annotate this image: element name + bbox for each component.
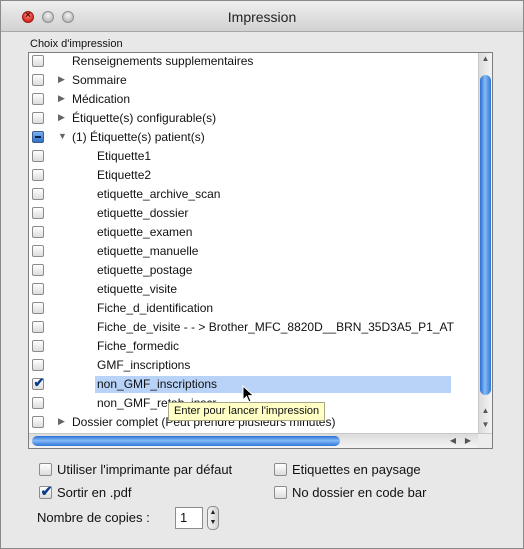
list-item-checkbox[interactable] [32, 416, 44, 428]
list-item-label: etiquette_archive_scan [97, 187, 221, 201]
list-item-label: Fiche_de_visite - - > Brother_MFC_8820D_… [97, 320, 454, 334]
list-item-label: etiquette_examen [97, 225, 193, 239]
list-item-checkbox[interactable] [32, 55, 44, 67]
list-item-checkbox[interactable] [32, 245, 44, 257]
scrollbar-corner [478, 433, 492, 448]
list-item-checkbox[interactable] [32, 283, 44, 295]
list-item-label: Etiquette1 [97, 149, 152, 163]
stepper-up-icon[interactable]: ▲ [208, 509, 218, 516]
list-item-checkbox[interactable] [32, 340, 44, 352]
horizontal-scrollbar[interactable]: ◀ ▶ [29, 433, 478, 448]
copies-input[interactable]: 1 [175, 507, 203, 529]
list-item-checkbox[interactable] [32, 207, 44, 219]
disclosure-triangle-collapsed-icon[interactable]: ▶ [58, 112, 65, 123]
scroll-up-arrow-bottom-icon[interactable]: ▲ [480, 405, 491, 417]
window-title: Impression [227, 9, 297, 25]
copies-label: Nombre de copies : [37, 510, 150, 525]
list-item[interactable]: GMF_inscriptions [29, 356, 478, 375]
list-item[interactable]: Etiquette1 [29, 147, 478, 166]
list-item[interactable]: Renseignements supplementaires [29, 53, 478, 71]
scroll-up-arrow-icon[interactable]: ▲ [480, 53, 491, 65]
list-item-label: GMF_inscriptions [97, 358, 191, 372]
checkmark-icon: ✔ [33, 375, 45, 390]
list-item-label: Fiche_formedic [97, 339, 180, 353]
copies-stepper[interactable]: ▲ ▼ [207, 506, 219, 530]
list-item-checkbox[interactable] [32, 226, 44, 238]
disclosure-triangle-expanded-icon[interactable]: ▼ [58, 131, 67, 141]
list-item-label: etiquette_dossier [97, 206, 189, 220]
mixed-state-dash-icon [35, 136, 41, 138]
title-bar[interactable]: × Impression [1, 1, 523, 32]
checkmark-icon: ✔ [40, 483, 53, 499]
list-item-checkbox[interactable] [32, 131, 44, 143]
list-item-checkbox[interactable] [32, 112, 44, 124]
print-choices-list[interactable]: Renseignements supplementaires ▶ Sommaire ▶… [28, 52, 493, 449]
list-item-checkbox[interactable] [32, 264, 44, 276]
pdf-output-checkbox[interactable]: ✔ [39, 483, 53, 499]
list-item-checkbox[interactable] [32, 302, 44, 314]
list-item[interactable]: etiquette_examen [29, 223, 478, 242]
print-choices-label: Choix d'impression [30, 38, 123, 50]
list-item-checkbox[interactable] [32, 93, 44, 105]
list-item-label: Fiche_d_identification [97, 301, 214, 315]
scroll-down-arrow-icon[interactable]: ▼ [480, 419, 491, 431]
pdf-output-label: Sortir en .pdf [57, 485, 132, 500]
landscape-labels-checkbox[interactable] [274, 463, 287, 476]
landscape-labels-label: Etiquettes en paysage [292, 462, 421, 477]
disclosure-triangle-collapsed-icon[interactable]: ▶ [58, 93, 65, 104]
mouse-pointer-icon [242, 385, 255, 403]
list-item-checkbox[interactable] [32, 169, 44, 181]
list-item-checkbox[interactable] [32, 321, 44, 333]
vertical-scrollbar[interactable]: ▲ ▲ ▼ [478, 53, 492, 433]
list-item-label: Etiquette2 [97, 168, 152, 182]
list-item-label: etiquette_postage [97, 263, 193, 277]
list-item-label: non_GMF_inscriptions [95, 376, 451, 393]
disclosure-triangle-collapsed-icon[interactable]: ▶ [58, 74, 65, 85]
list-item-label: etiquette_visite [97, 282, 178, 296]
list-rows: Renseignements supplementaires ▶ Sommaire ▶… [29, 53, 478, 433]
list-item[interactable]: ▶ Étiquette(s) configurable(s) [29, 109, 478, 128]
list-item[interactable]: etiquette_manuelle [29, 242, 478, 261]
list-item-label: (1) Étiquette(s) patient(s) [72, 130, 205, 144]
list-item-checkbox[interactable] [32, 397, 44, 409]
use-default-printer-label: Utiliser l'imprimante par défaut [57, 462, 233, 477]
list-item-label: Étiquette(s) configurable(s) [72, 111, 217, 125]
list-item-label: Sommaire [72, 73, 127, 87]
list-item[interactable]: etiquette_dossier [29, 204, 478, 223]
list-item-checkbox[interactable] [32, 188, 44, 200]
no-barcode-label: No dossier en code bar [292, 485, 427, 500]
list-item[interactable]: Etiquette2 [29, 166, 478, 185]
vertical-scroll-thumb[interactable] [480, 75, 491, 395]
disclosure-triangle-collapsed-icon[interactable]: ▶ [58, 416, 65, 427]
list-item[interactable]: Fiche_de_visite - - > Brother_MFC_8820D_… [29, 318, 478, 337]
list-item-checkbox[interactable] [32, 359, 44, 371]
horizontal-scroll-thumb[interactable] [32, 436, 340, 446]
list-item[interactable]: etiquette_archive_scan [29, 185, 478, 204]
stepper-down-icon[interactable]: ▼ [208, 519, 218, 526]
list-item[interactable]: Fiche_d_identification [29, 299, 478, 318]
list-item-label: etiquette_manuelle [97, 244, 199, 258]
list-item[interactable]: etiquette_visite [29, 280, 478, 299]
list-item-checkbox[interactable]: ✔ [32, 375, 45, 390]
use-default-printer-checkbox[interactable] [39, 463, 52, 476]
scroll-right-arrow-icon[interactable]: ▶ [462, 435, 474, 447]
list-item[interactable]: ▼ (1) Étiquette(s) patient(s) [29, 128, 478, 147]
print-dialog-window: × Impression Choix d'impression Renseign… [0, 0, 524, 549]
list-item[interactable]: ▶ Sommaire [29, 71, 478, 90]
list-item-label: Médication [72, 92, 131, 106]
scroll-left-arrow-icon[interactable]: ◀ [447, 435, 459, 447]
list-item[interactable]: etiquette_postage [29, 261, 478, 280]
no-barcode-checkbox[interactable] [274, 486, 287, 499]
list-item[interactable]: Fiche_formedic [29, 337, 478, 356]
list-item[interactable]: ▶ Médication [29, 90, 478, 109]
list-item-label: Renseignements supplementaires [72, 54, 254, 68]
list-item-checkbox[interactable] [32, 74, 44, 86]
list-item-checkbox[interactable] [32, 150, 44, 162]
